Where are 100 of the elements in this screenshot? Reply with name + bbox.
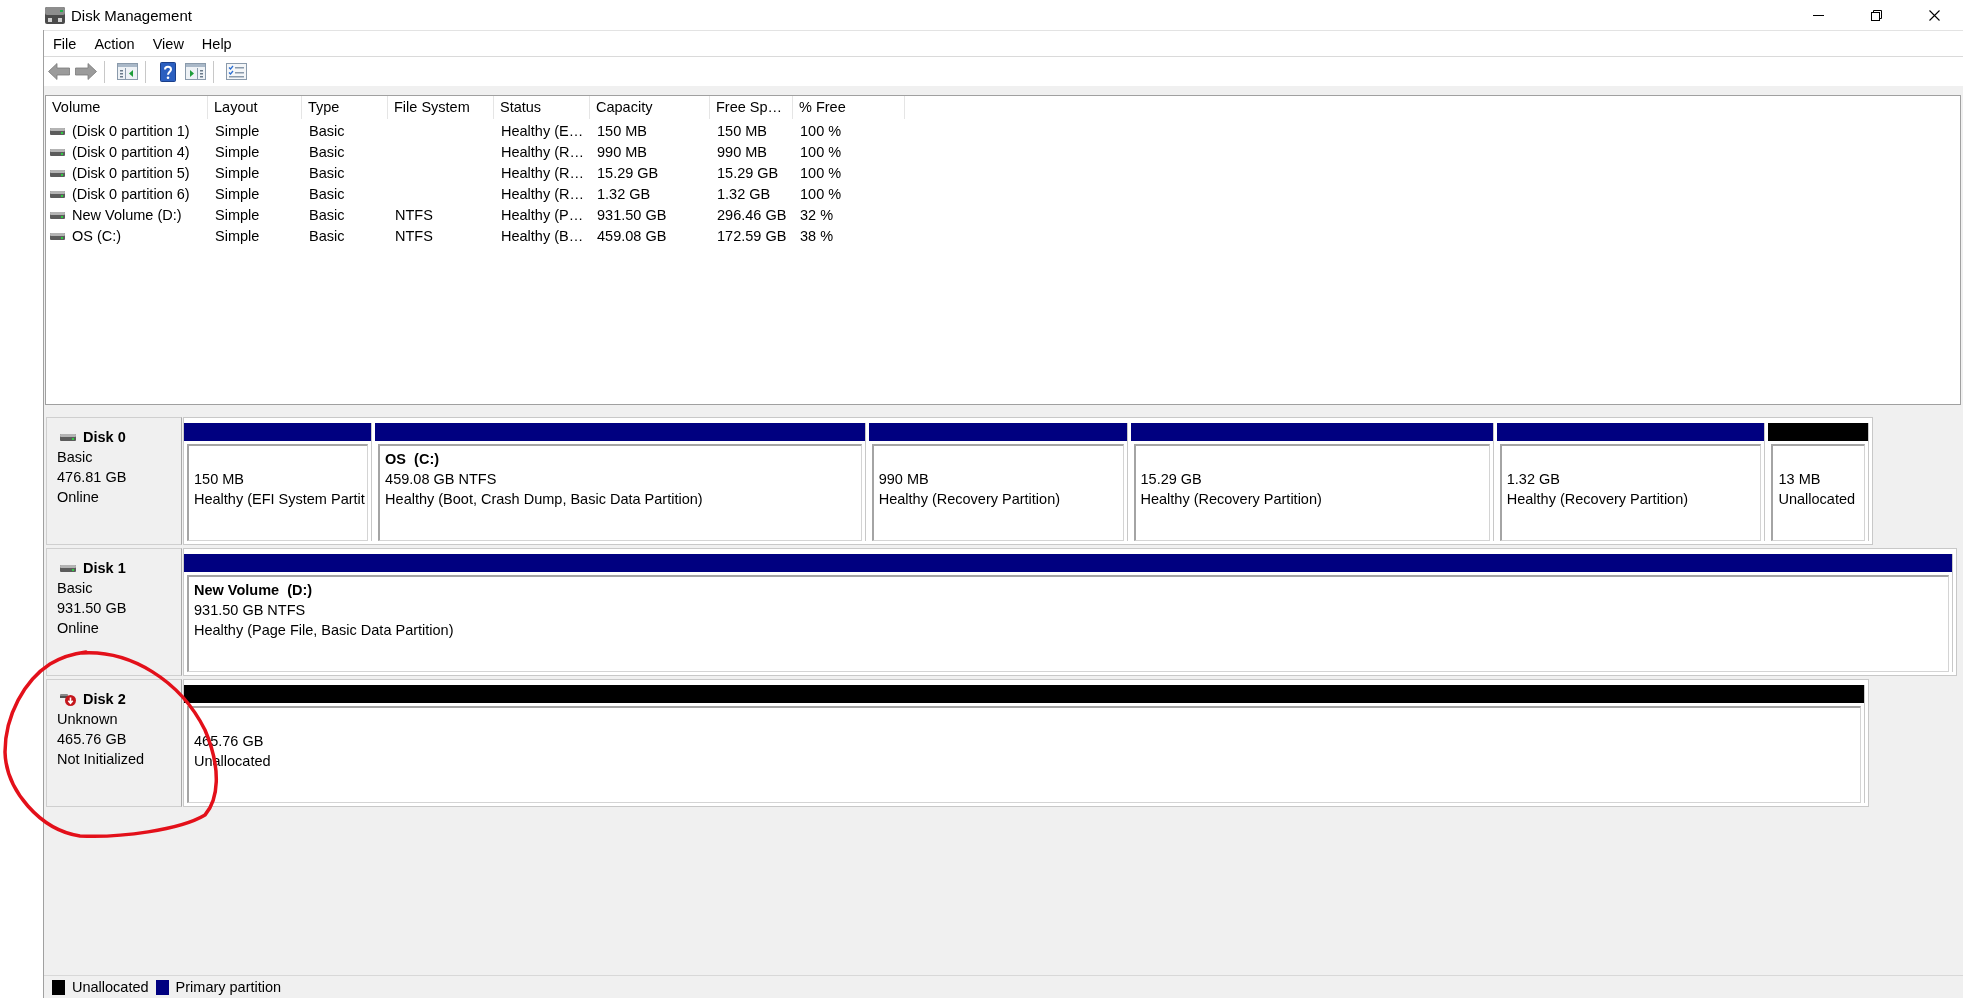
table-cell-text: Healthy (R… xyxy=(500,143,585,162)
table-cell-text: 100 % xyxy=(799,122,843,141)
partition-size: 150 MB xyxy=(194,471,244,487)
table-cell-text: Basic xyxy=(308,122,346,141)
legend-label: Unallocated xyxy=(72,979,149,995)
disk-type: Basic xyxy=(57,579,93,598)
partition[interactable]: OS (C:) 459.08 GB NTFS Healthy (Boot, Crash Dump, Basic Data Partition) xyxy=(375,423,866,541)
table-cell-text: Healthy (B… xyxy=(500,227,585,246)
volume-name[interactable]: (Disk 0 partition 4) xyxy=(71,143,191,162)
menu-item[interactable]: File xyxy=(44,31,86,56)
volume-name[interactable]: (Disk 0 partition 5) xyxy=(71,164,191,183)
minimize-icon xyxy=(1812,14,1824,16)
close-icon xyxy=(1928,9,1940,21)
window-pane-icon xyxy=(116,63,138,80)
table-cell-text: 459.08 GB xyxy=(596,227,668,246)
checklist-icon xyxy=(225,63,247,80)
volume-name[interactable]: OS (C:) xyxy=(71,227,123,246)
volume-name[interactable]: (Disk 0 partition 1) xyxy=(71,122,191,141)
table-cell-text: Simple xyxy=(214,206,261,225)
column-header[interactable]: Volume xyxy=(46,96,208,119)
partition[interactable]: 150 MB Healthy (EFI System Partit xyxy=(184,423,373,541)
table-cell-text: 931.50 GB xyxy=(596,206,668,225)
partition-name: OS (C:) xyxy=(385,451,440,467)
right-arrow-icon xyxy=(75,63,97,80)
table-cell-text: 38 % xyxy=(799,227,835,246)
table-cell-text: Healthy (E… xyxy=(500,122,585,141)
table-cell-text: Basic xyxy=(308,185,346,204)
volume-name[interactable]: New Volume (D:) xyxy=(71,206,183,225)
disk-status: Not Initialized xyxy=(57,750,145,769)
table-cell-text: Healthy (P… xyxy=(500,206,585,225)
table-cell-text: 100 % xyxy=(799,164,843,183)
partition[interactable]: 13 MB Unallocated xyxy=(1768,423,1869,541)
table-cell-text: Simple xyxy=(214,122,261,141)
column-header[interactable]: % Free xyxy=(793,96,905,119)
partition-name: New Volume (D:) xyxy=(194,582,313,598)
disk-type: Unknown xyxy=(57,710,118,729)
disk-status: Online xyxy=(57,619,99,638)
disk-capacity: 476.81 GB xyxy=(57,468,127,487)
disk-capacity: 465.76 GB xyxy=(57,730,127,749)
table-cell-text: Healthy (R… xyxy=(500,185,585,204)
drive-icon xyxy=(50,170,65,177)
menu-item[interactable]: Help xyxy=(192,31,241,56)
partition-status: Healthy (Recovery Partition) xyxy=(878,491,1061,507)
column-header[interactable]: Free Sp… xyxy=(710,96,793,119)
table-cell-text: 32 % xyxy=(799,206,835,225)
disk-name: Disk 1 xyxy=(83,559,126,578)
table-cell-text: Basic xyxy=(308,164,346,183)
drive-icon xyxy=(45,6,65,24)
table-cell-text: Basic xyxy=(308,227,346,246)
partition-status: Healthy (Recovery Partition) xyxy=(1506,491,1689,507)
partition-size: 459.08 GB NTFS xyxy=(385,471,497,487)
drive-icon xyxy=(50,128,65,135)
table-cell-text: 150 MB xyxy=(716,122,768,141)
restore-icon xyxy=(1870,9,1882,21)
left-arrow-icon xyxy=(48,63,70,80)
menu-item[interactable]: Action xyxy=(85,31,144,56)
partition[interactable]: 15.29 GB Healthy (Recovery Partition) xyxy=(1130,423,1494,541)
partition[interactable]: 1.32 GB Healthy (Recovery Partition) xyxy=(1496,423,1766,541)
drive-icon xyxy=(50,233,65,240)
table-cell-text: Simple xyxy=(214,143,261,162)
table-cell-text: 990 MB xyxy=(716,143,768,162)
partition-size: 13 MB xyxy=(1778,471,1821,487)
partition-size: 931.50 GB NTFS xyxy=(194,602,306,618)
legend-label: Primary partition xyxy=(175,979,282,995)
help-icon xyxy=(160,61,176,82)
disk-name: Disk 2 xyxy=(83,690,126,709)
column-header[interactable]: Layout xyxy=(208,96,302,119)
menu-item[interactable]: View xyxy=(143,31,193,56)
table-cell-text: 100 % xyxy=(799,143,843,162)
partition[interactable]: 990 MB Healthy (Recovery Partition) xyxy=(868,423,1128,541)
table-cell-text: 172.59 GB xyxy=(716,227,788,246)
column-header[interactable]: Capacity xyxy=(590,96,710,119)
table-cell-text: Simple xyxy=(214,164,261,183)
partition-size: 1.32 GB xyxy=(1506,471,1560,487)
table-cell-text: Healthy (R… xyxy=(500,164,585,183)
disk-label-panel[interactable]: Disk 1 Basic 931.50 GB Online xyxy=(46,548,182,676)
partition-size: 15.29 GB xyxy=(1140,471,1202,487)
table-cell-text: Simple xyxy=(214,185,261,204)
table-cell-text: Basic xyxy=(308,143,346,162)
table-cell-text: Basic xyxy=(308,206,346,225)
table-cell-text: 1.32 GB xyxy=(716,185,772,204)
table-cell-text: 990 MB xyxy=(596,143,648,162)
disk-type: Basic xyxy=(57,448,93,467)
column-header[interactable]: File System xyxy=(388,96,494,119)
column-header[interactable]: Status xyxy=(494,96,590,119)
disk-label-panel[interactable]: Disk 2 Unknown 465.76 GB Not Initialized xyxy=(46,679,182,807)
column-header[interactable]: Type xyxy=(302,96,388,119)
disk-label-panel[interactable]: Disk 0 Basic 476.81 GB Online xyxy=(46,417,182,545)
table-cell-text: NTFS xyxy=(394,227,434,246)
table-cell-text: 15.29 GB xyxy=(716,164,780,183)
partition-status: Healthy (Recovery Partition) xyxy=(1140,491,1322,507)
table-cell-text: 15.29 GB xyxy=(596,164,660,183)
partition-status: Unallocated xyxy=(1778,491,1856,507)
drive-icon xyxy=(50,149,65,156)
table-cell-text: NTFS xyxy=(394,206,434,225)
table-cell-text: 1.32 GB xyxy=(596,185,652,204)
volume-name[interactable]: (Disk 0 partition 6) xyxy=(71,185,191,204)
window-title: Disk Management xyxy=(71,6,192,24)
disk-capacity: 931.50 GB xyxy=(57,599,127,618)
partition[interactable]: New Volume (D:) 931.50 GB NTFS Healthy (Page File, Basic Data Partition) xyxy=(184,554,1953,672)
